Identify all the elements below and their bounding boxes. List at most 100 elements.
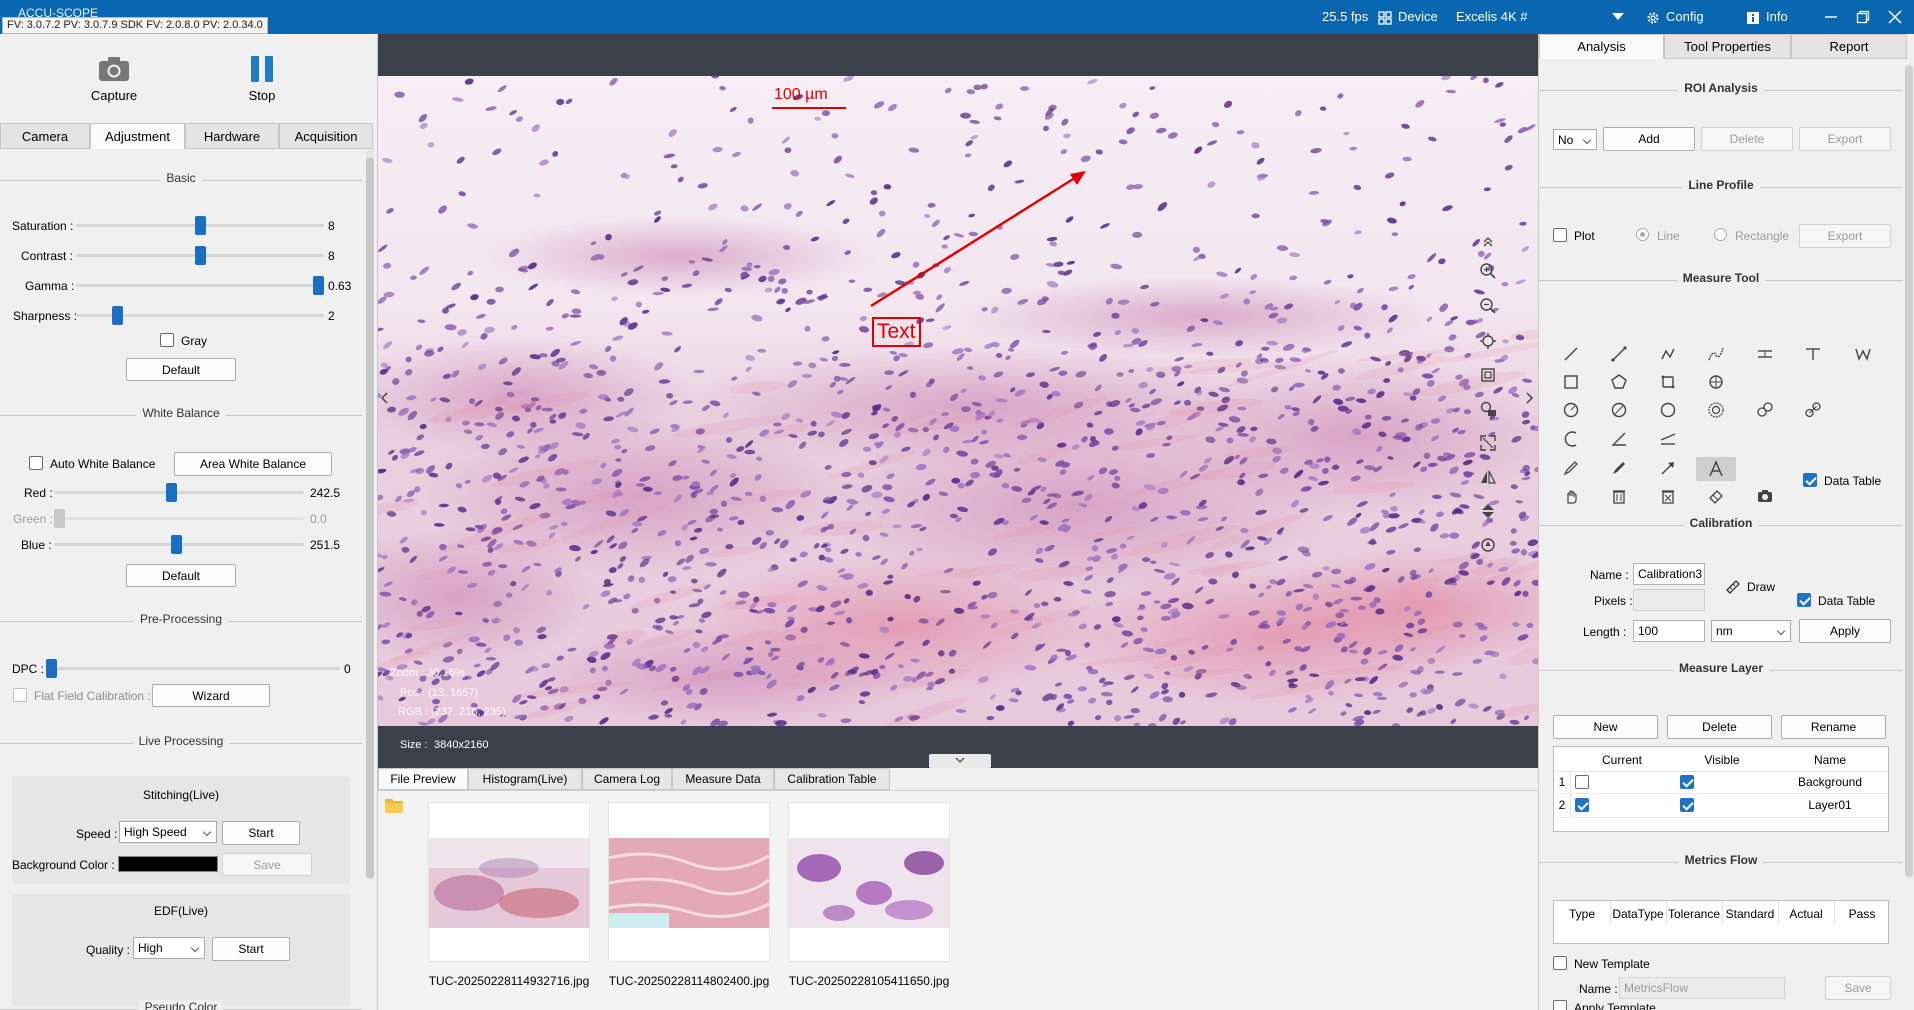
table-row[interactable]: 1 Background [1554, 771, 1888, 793]
saturation-thumb[interactable] [195, 216, 206, 235]
right-scrollbar-thumb[interactable] [1905, 66, 1913, 876]
circle-radius-tool-icon[interactable] [1558, 399, 1584, 421]
layer-delete-button[interactable]: Delete [1667, 715, 1772, 739]
layer-new-button[interactable]: New [1553, 715, 1658, 739]
line-radio[interactable] [1636, 228, 1649, 241]
blue-thumb[interactable] [171, 535, 182, 554]
calibration-data-table-checkbox[interactable] [1797, 593, 1811, 607]
auto-white-balance-checkbox[interactable] [29, 456, 43, 470]
zoom-out-icon[interactable] [1479, 297, 1497, 315]
crosshair-tool-icon[interactable] [1703, 371, 1729, 393]
capture-button[interactable]: Capture [78, 56, 150, 103]
gamma-slider[interactable] [76, 276, 324, 295]
quality-select[interactable]: High [133, 937, 205, 959]
roi-add-button[interactable]: Add [1603, 127, 1695, 151]
info-button[interactable]: Info [1746, 9, 1788, 25]
length-input[interactable]: 100 [1633, 620, 1705, 642]
file-name-3[interactable]: TUC-20250228105411650.jpg [774, 974, 964, 988]
folder-icon[interactable] [384, 796, 404, 814]
line-profile-export-button[interactable]: Export [1799, 224, 1891, 248]
layer-rename-button[interactable]: Rename [1781, 715, 1886, 739]
draw-button[interactable]: Draw [1725, 579, 1775, 595]
tab-acquisition[interactable]: Acquisition [279, 123, 373, 149]
circle-distance-tool-icon[interactable] [1800, 399, 1826, 421]
tab-adjustment[interactable]: Adjustment [90, 123, 185, 149]
row-current-checkbox[interactable] [1575, 798, 1589, 812]
file-thumbnail-3[interactable] [788, 802, 950, 962]
parallel-tool-icon[interactable] [1752, 343, 1778, 365]
calibration-name-input[interactable]: Calibration3 [1633, 563, 1705, 585]
gray-checkbox[interactable] [160, 333, 174, 347]
rotated-rect-tool-icon[interactable] [1655, 371, 1681, 393]
eraser-tool-icon[interactable] [1703, 485, 1729, 507]
tab-analysis[interactable]: Analysis [1539, 34, 1664, 59]
gamma-thumb[interactable] [313, 276, 324, 295]
roi-select[interactable]: No [1553, 129, 1597, 150]
flat-field-checkbox[interactable] [13, 688, 27, 702]
collapse-right-icon[interactable] [1526, 392, 1534, 404]
collapse-left-icon[interactable] [380, 392, 388, 404]
roi-delete-button[interactable]: Delete [1701, 127, 1793, 151]
measure-data-table-checkbox[interactable] [1803, 473, 1817, 487]
saturation-slider[interactable] [76, 216, 324, 235]
microscope-image-view[interactable]: 100 µm Text Zoom : 30.16% Pos : (13, 165… [378, 76, 1538, 726]
new-template-checkbox[interactable] [1553, 956, 1567, 970]
circle-tool-icon[interactable] [1655, 399, 1681, 421]
table-row[interactable]: 2 Layer01 [1554, 794, 1888, 816]
marker-tool-icon[interactable] [1606, 457, 1632, 479]
rectangle-tool-icon[interactable] [1558, 371, 1584, 393]
fit-view-icon[interactable] [1479, 332, 1497, 350]
file-thumbnail-2[interactable] [608, 802, 770, 962]
stop-button[interactable]: Stop [226, 56, 298, 103]
roi-export-button[interactable]: Export [1799, 127, 1891, 151]
contrast-thumb[interactable] [195, 246, 206, 265]
magnifier-icon[interactable] [1479, 400, 1497, 418]
calibration-apply-button[interactable]: Apply [1799, 619, 1891, 643]
arrow-annotation[interactable] [378, 76, 1538, 726]
tab-measure-data[interactable]: Measure Data [672, 768, 774, 790]
line-tool-icon[interactable] [1558, 343, 1584, 365]
file-thumbnail-1[interactable] [428, 802, 590, 962]
pen-tool-icon[interactable] [1558, 457, 1584, 479]
speed-select[interactable]: High Speed [119, 821, 217, 843]
close-icon[interactable] [1888, 10, 1902, 24]
tab-calibration-table[interactable]: Calibration Table [774, 768, 890, 790]
row-visible-checkbox[interactable] [1680, 775, 1694, 789]
white-balance-default-button[interactable]: Default [126, 564, 236, 587]
polyline-tool-icon[interactable] [1655, 343, 1681, 365]
minimize-icon[interactable] [1824, 10, 1838, 24]
red-thumb[interactable] [166, 483, 177, 502]
text-tool-icon[interactable] [1696, 457, 1736, 481]
dpc-slider[interactable] [46, 659, 340, 678]
angle-3pt-tool-icon[interactable] [1655, 428, 1681, 450]
contrast-slider[interactable] [76, 246, 324, 265]
delete-all-tool-icon[interactable] [1655, 485, 1681, 507]
fullscreen-icon[interactable] [1479, 434, 1497, 452]
rectangle-radio[interactable] [1714, 228, 1727, 241]
flip-vertical-icon[interactable] [1479, 502, 1497, 520]
sharpness-thumb[interactable] [112, 306, 123, 325]
wizard-button[interactable]: Wizard [152, 684, 270, 707]
pixels-input[interactable] [1633, 589, 1705, 611]
row-current-checkbox[interactable] [1575, 775, 1589, 789]
dpc-thumb[interactable] [46, 659, 57, 678]
metrics-name-input[interactable]: MetricsFlow [1619, 977, 1785, 999]
rotate-icon[interactable] [1479, 536, 1497, 554]
device-button[interactable]: Device [1378, 9, 1438, 25]
tab-histogram[interactable]: Histogram(Live) [468, 768, 582, 790]
metrics-save-button[interactable]: Save [1825, 976, 1891, 1000]
config-button[interactable]: Config [1646, 9, 1704, 25]
collapse-bottom-button[interactable] [929, 754, 991, 768]
background-color-swatch[interactable] [118, 856, 218, 872]
stitching-start-button[interactable]: Start [222, 821, 300, 845]
red-slider[interactable] [54, 483, 304, 502]
apply-template-checkbox[interactable] [1553, 1000, 1567, 1010]
two-circles-tool-icon[interactable] [1752, 399, 1778, 421]
tab-report[interactable]: Report [1791, 34, 1907, 59]
tab-hardware[interactable]: Hardware [185, 123, 279, 149]
flip-horizontal-icon[interactable] [1479, 468, 1497, 486]
camera-overlay-tool-icon[interactable] [1752, 485, 1778, 507]
tab-camera-log[interactable]: Camera Log [582, 768, 672, 790]
file-name-2[interactable]: TUC-20250228114802400.jpg [594, 974, 784, 988]
polygon-tool-icon[interactable] [1606, 371, 1632, 393]
